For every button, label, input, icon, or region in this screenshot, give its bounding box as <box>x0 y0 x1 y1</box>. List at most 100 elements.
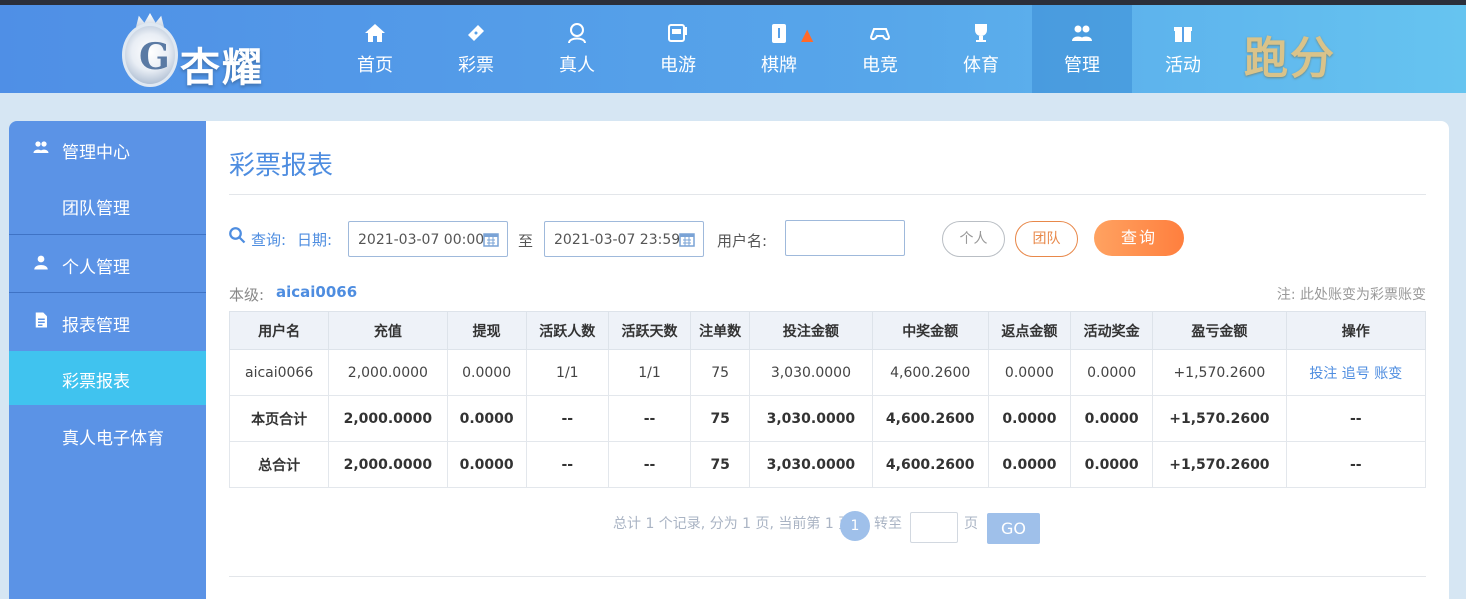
nav-item-live[interactable]: 真人 <box>527 5 627 93</box>
table-cell: 75 <box>690 441 751 488</box>
to-label: 至 <box>518 232 534 250</box>
column-header: 返点金额 <box>987 311 1072 350</box>
table-cell: 0.0000 <box>1070 441 1154 488</box>
nav-item-esports[interactable]: 电竞 <box>830 5 930 93</box>
column-header: 中奖金额 <box>871 311 989 350</box>
team-button[interactable]: 团队 <box>1015 221 1078 257</box>
dealer-icon <box>568 23 586 44</box>
table-cell: -- <box>607 395 692 442</box>
sidebar-item-label: 团队管理 <box>62 199 130 219</box>
gamepad-icon <box>869 28 891 41</box>
brand-logo[interactable]: 杏耀 <box>118 13 288 91</box>
table-cell: 75 <box>690 395 751 442</box>
mahjong-icon <box>772 24 786 43</box>
nav-item-promo[interactable]: 活动 <box>1133 5 1233 93</box>
table-cell: -- <box>1285 395 1427 442</box>
pager-page-unit: 页 <box>964 516 978 532</box>
table-cell: 4,600.2600 <box>871 395 989 442</box>
gift-icon <box>1174 27 1192 42</box>
note-text: 注: 此处账变为彩票账变 <box>1276 287 1426 303</box>
trophy-icon <box>975 24 987 42</box>
page-title: 彩票报表 <box>229 151 334 181</box>
start-date-value: 2021-03-07 00:00 <box>358 232 485 248</box>
sidebar-item-label: 报表管理 <box>62 316 130 336</box>
end-date-value: 2021-03-07 23:59 <box>554 232 681 248</box>
column-header: 用户名 <box>228 311 330 350</box>
table-cell: 4,600.2600 <box>871 349 989 396</box>
table-cell: 3,030.0000 <box>749 441 873 488</box>
table-cell: 3,030.0000 <box>749 395 873 442</box>
nav-item-chess[interactable]: ▲ 棋牌 <box>729 5 829 93</box>
table-header-row: 用户名 充值 提现 活跃人数 活跃天数 注单数 投注金额 中奖金额 返点金额 活… <box>228 311 1427 350</box>
table-cell: 0.0000 <box>987 395 1072 442</box>
profit-cell: +1,570.2600 <box>1152 349 1287 396</box>
search-icon <box>229 227 246 244</box>
table-cell: -- <box>607 441 692 488</box>
nav-label: 真人 <box>559 55 595 76</box>
table-cell: 0.0000 <box>987 441 1072 488</box>
table-cell: 0.0000 <box>446 441 527 488</box>
bet-link[interactable]: 投注 <box>1309 366 1337 382</box>
pager-current-page[interactable]: 1 <box>840 511 870 541</box>
table-row: aicai0066 2,000.0000 0.0000 1/1 1/1 75 3… <box>228 349 1427 396</box>
table-cell: 1/1 <box>607 349 692 396</box>
column-header: 活跃人数 <box>525 311 609 350</box>
home-icon <box>365 24 385 42</box>
nav-item-sports[interactable]: 体育 <box>931 5 1031 93</box>
sidebar: 管理中心 团队管理 个人管理 报表管理 彩票报表 真人电子体育 <box>9 121 206 599</box>
column-header: 注单数 <box>690 311 751 350</box>
table-cell: 0.0000 <box>1070 349 1154 396</box>
sidebar-item-label: 真人电子体育 <box>62 429 164 449</box>
username-input[interactable] <box>785 220 905 256</box>
table-cell: -- <box>525 395 609 442</box>
account-change-link[interactable]: 账变 <box>1374 366 1402 382</box>
report-icon <box>35 312 47 328</box>
nav-item-home[interactable]: 首页 <box>325 5 425 93</box>
main-panel: 彩票报表 查询: 日期: 2021-03-07 00:00 至 2021-03-… <box>206 121 1449 599</box>
table-cell: 0.0000 <box>446 395 527 442</box>
search-button[interactable]: 查询 <box>1094 220 1184 256</box>
table-cell: 0.0000 <box>987 349 1072 396</box>
pager-goto-label: 转至 <box>874 516 902 532</box>
nav-label: 管理 <box>1064 55 1100 76</box>
chase-link[interactable]: 追号 <box>1342 366 1370 382</box>
pager-page-input[interactable] <box>910 512 958 543</box>
level-label: 本级: <box>229 286 265 304</box>
column-header: 活动奖金 <box>1070 311 1154 350</box>
grand-total-row: 总合计 2,000.0000 0.0000 -- -- 75 3,030.000… <box>228 441 1427 488</box>
date-label: 日期: <box>297 231 333 249</box>
sidebar-divider <box>9 234 206 235</box>
level-value[interactable]: aicai0066 <box>276 283 357 301</box>
table-cell: 总合计 <box>228 441 330 488</box>
sidebar-item-label: 管理中心 <box>62 143 130 163</box>
column-header: 活跃天数 <box>607 311 692 350</box>
brand-name: 杏耀 <box>180 45 264 91</box>
table-cell: 75 <box>690 349 751 396</box>
table-cell: -- <box>1285 441 1427 488</box>
personal-button[interactable]: 个人 <box>942 221 1005 257</box>
nav-label: 电游 <box>660 55 696 76</box>
nav-item-slots[interactable]: 电游 <box>628 5 728 93</box>
users-icon <box>1072 25 1092 41</box>
table-cell: 4,600.2600 <box>871 441 989 488</box>
username-label: 用户名: <box>717 232 768 250</box>
nav-item-lottery[interactable]: 彩票 <box>426 5 526 93</box>
calendar-icon[interactable] <box>679 231 695 247</box>
table-cell: 2,000.0000 <box>328 441 448 488</box>
profit-cell: +1,570.2600 <box>1152 395 1287 442</box>
table-cell: 0.0000 <box>1070 395 1154 442</box>
bottom-divider <box>229 576 1426 577</box>
go-button[interactable]: GO <box>987 513 1040 544</box>
end-date-input[interactable]: 2021-03-07 23:59 <box>544 221 704 257</box>
username-cell[interactable]: aicai0066 <box>228 349 330 396</box>
hot-fire-icon: ▲ <box>801 25 814 44</box>
calendar-icon[interactable] <box>483 231 499 247</box>
nav-label: 电竞 <box>862 55 898 76</box>
start-date-input[interactable]: 2021-03-07 00:00 <box>348 221 508 257</box>
user-icon <box>34 255 48 270</box>
table-cell: 0.0000 <box>446 349 527 396</box>
promo-banner-text[interactable]: 跑分 <box>1244 22 1336 86</box>
column-header: 操作 <box>1285 311 1427 350</box>
table-cell: 1/1 <box>525 349 609 396</box>
nav-item-manage[interactable]: 管理 <box>1032 5 1132 93</box>
